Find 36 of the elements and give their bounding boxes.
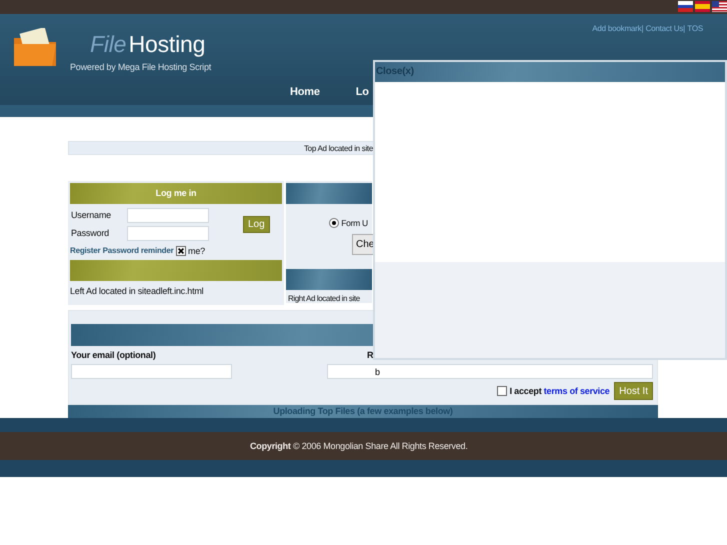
password-field[interactable] xyxy=(127,226,209,241)
copyright-text: Copyright © 2006 Mongolian Share All Rights Reserved. xyxy=(250,441,468,452)
header-link[interactable]: TOS xyxy=(687,23,703,35)
ad-text: Right Ad located in site xyxy=(287,292,361,305)
terms-link[interactable]: terms of service xyxy=(544,384,610,398)
radio-label: Form U xyxy=(341,217,368,230)
login-link[interactable]: Password reminder xyxy=(102,245,174,258)
site-title: File Hosting xyxy=(90,30,206,59)
radio-button[interactable] xyxy=(329,218,339,228)
nav-link[interactable]: Home xyxy=(290,84,320,100)
tagline: Powered by Mega File Hosting Script xyxy=(70,61,212,74)
flag-icon[interactable] xyxy=(712,1,727,12)
separator: | xyxy=(641,23,644,35)
password-label: Password xyxy=(70,226,110,240)
ad-text: Left Ad located in siteadleft.inc.html xyxy=(70,285,204,298)
header-link[interactable]: Contact Us xyxy=(646,23,684,35)
login-link[interactable]: Register xyxy=(70,245,100,258)
ad-text: Top Ad located in site xyxy=(304,144,373,153)
flag-icon[interactable] xyxy=(694,1,710,12)
login-button[interactable]: Log xyxy=(243,216,270,233)
email-field[interactable] xyxy=(71,364,232,380)
username-field[interactable] xyxy=(127,208,209,223)
host-button[interactable]: Host It xyxy=(614,382,653,400)
username-label: Username xyxy=(70,208,112,222)
terms-label: I accept xyxy=(510,384,542,398)
remember-checkbox[interactable] xyxy=(176,246,186,256)
nav-link[interactable]: Lo xyxy=(356,84,369,100)
flag-icon[interactable] xyxy=(678,1,692,12)
login-header: Log me in xyxy=(70,183,282,204)
terms-checkbox[interactable] xyxy=(497,386,508,396)
input-field[interactable]: b xyxy=(327,364,653,380)
separator: | xyxy=(683,23,686,35)
email-label: Your email (optional) xyxy=(71,348,157,362)
remember-label: me? xyxy=(188,244,205,258)
field-label: R xyxy=(367,348,374,362)
header-link[interactable]: Add bookmark xyxy=(592,23,642,35)
